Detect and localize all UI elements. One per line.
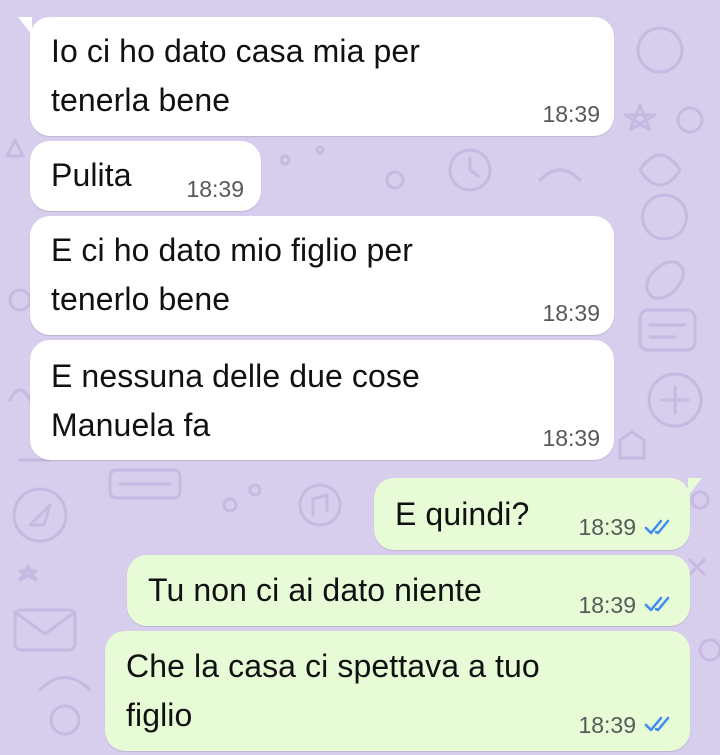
message-text: Pulita bbox=[51, 157, 132, 193]
bubble-tail bbox=[18, 17, 32, 35]
message-text: Tu non ci ai dato niente bbox=[148, 572, 482, 608]
message-timestamp: 18:39 bbox=[542, 101, 600, 127]
message-text: E nessuna delle due cose Manuela fa bbox=[51, 358, 420, 443]
message-timestamp: 18:39 bbox=[578, 514, 636, 540]
message-text: Io ci ho dato casa mia per tenerla bene bbox=[51, 33, 421, 118]
message-timestamp: 18:39 bbox=[542, 300, 600, 326]
double-check-icon bbox=[644, 716, 670, 732]
outgoing-message-bubble[interactable]: E quindi? 18:39 bbox=[374, 478, 702, 550]
message-text: E ci ho dato mio figlio per tenerlo bene bbox=[51, 232, 413, 317]
outgoing-message-bubble[interactable]: Tu non ci ai dato niente 18:39 bbox=[127, 555, 690, 626]
message-text: E quindi? bbox=[395, 496, 530, 532]
incoming-message-bubble[interactable]: Pulita 18:39 bbox=[30, 141, 261, 211]
double-check-icon bbox=[644, 519, 670, 535]
incoming-message-bubble[interactable]: E ci ho dato mio figlio per tenerlo bene… bbox=[30, 216, 614, 335]
incoming-message-bubble[interactable]: Io ci ho dato casa mia per tenerla bene … bbox=[18, 17, 614, 136]
message-timestamp: 18:39 bbox=[186, 176, 244, 202]
incoming-message-bubble[interactable]: E nessuna delle due cose Manuela fa 18:3… bbox=[30, 340, 614, 460]
message-timestamp: 18:39 bbox=[542, 425, 600, 451]
message-text: Che la casa ci spettava a tuo figlio bbox=[126, 648, 540, 733]
bubble-tail bbox=[688, 478, 702, 496]
message-timestamp: 18:39 bbox=[578, 712, 636, 738]
message-timestamp: 18:39 bbox=[578, 592, 636, 618]
outgoing-message-bubble[interactable]: Che la casa ci spettava a tuo figlio 18:… bbox=[105, 631, 690, 751]
double-check-icon bbox=[644, 596, 670, 612]
